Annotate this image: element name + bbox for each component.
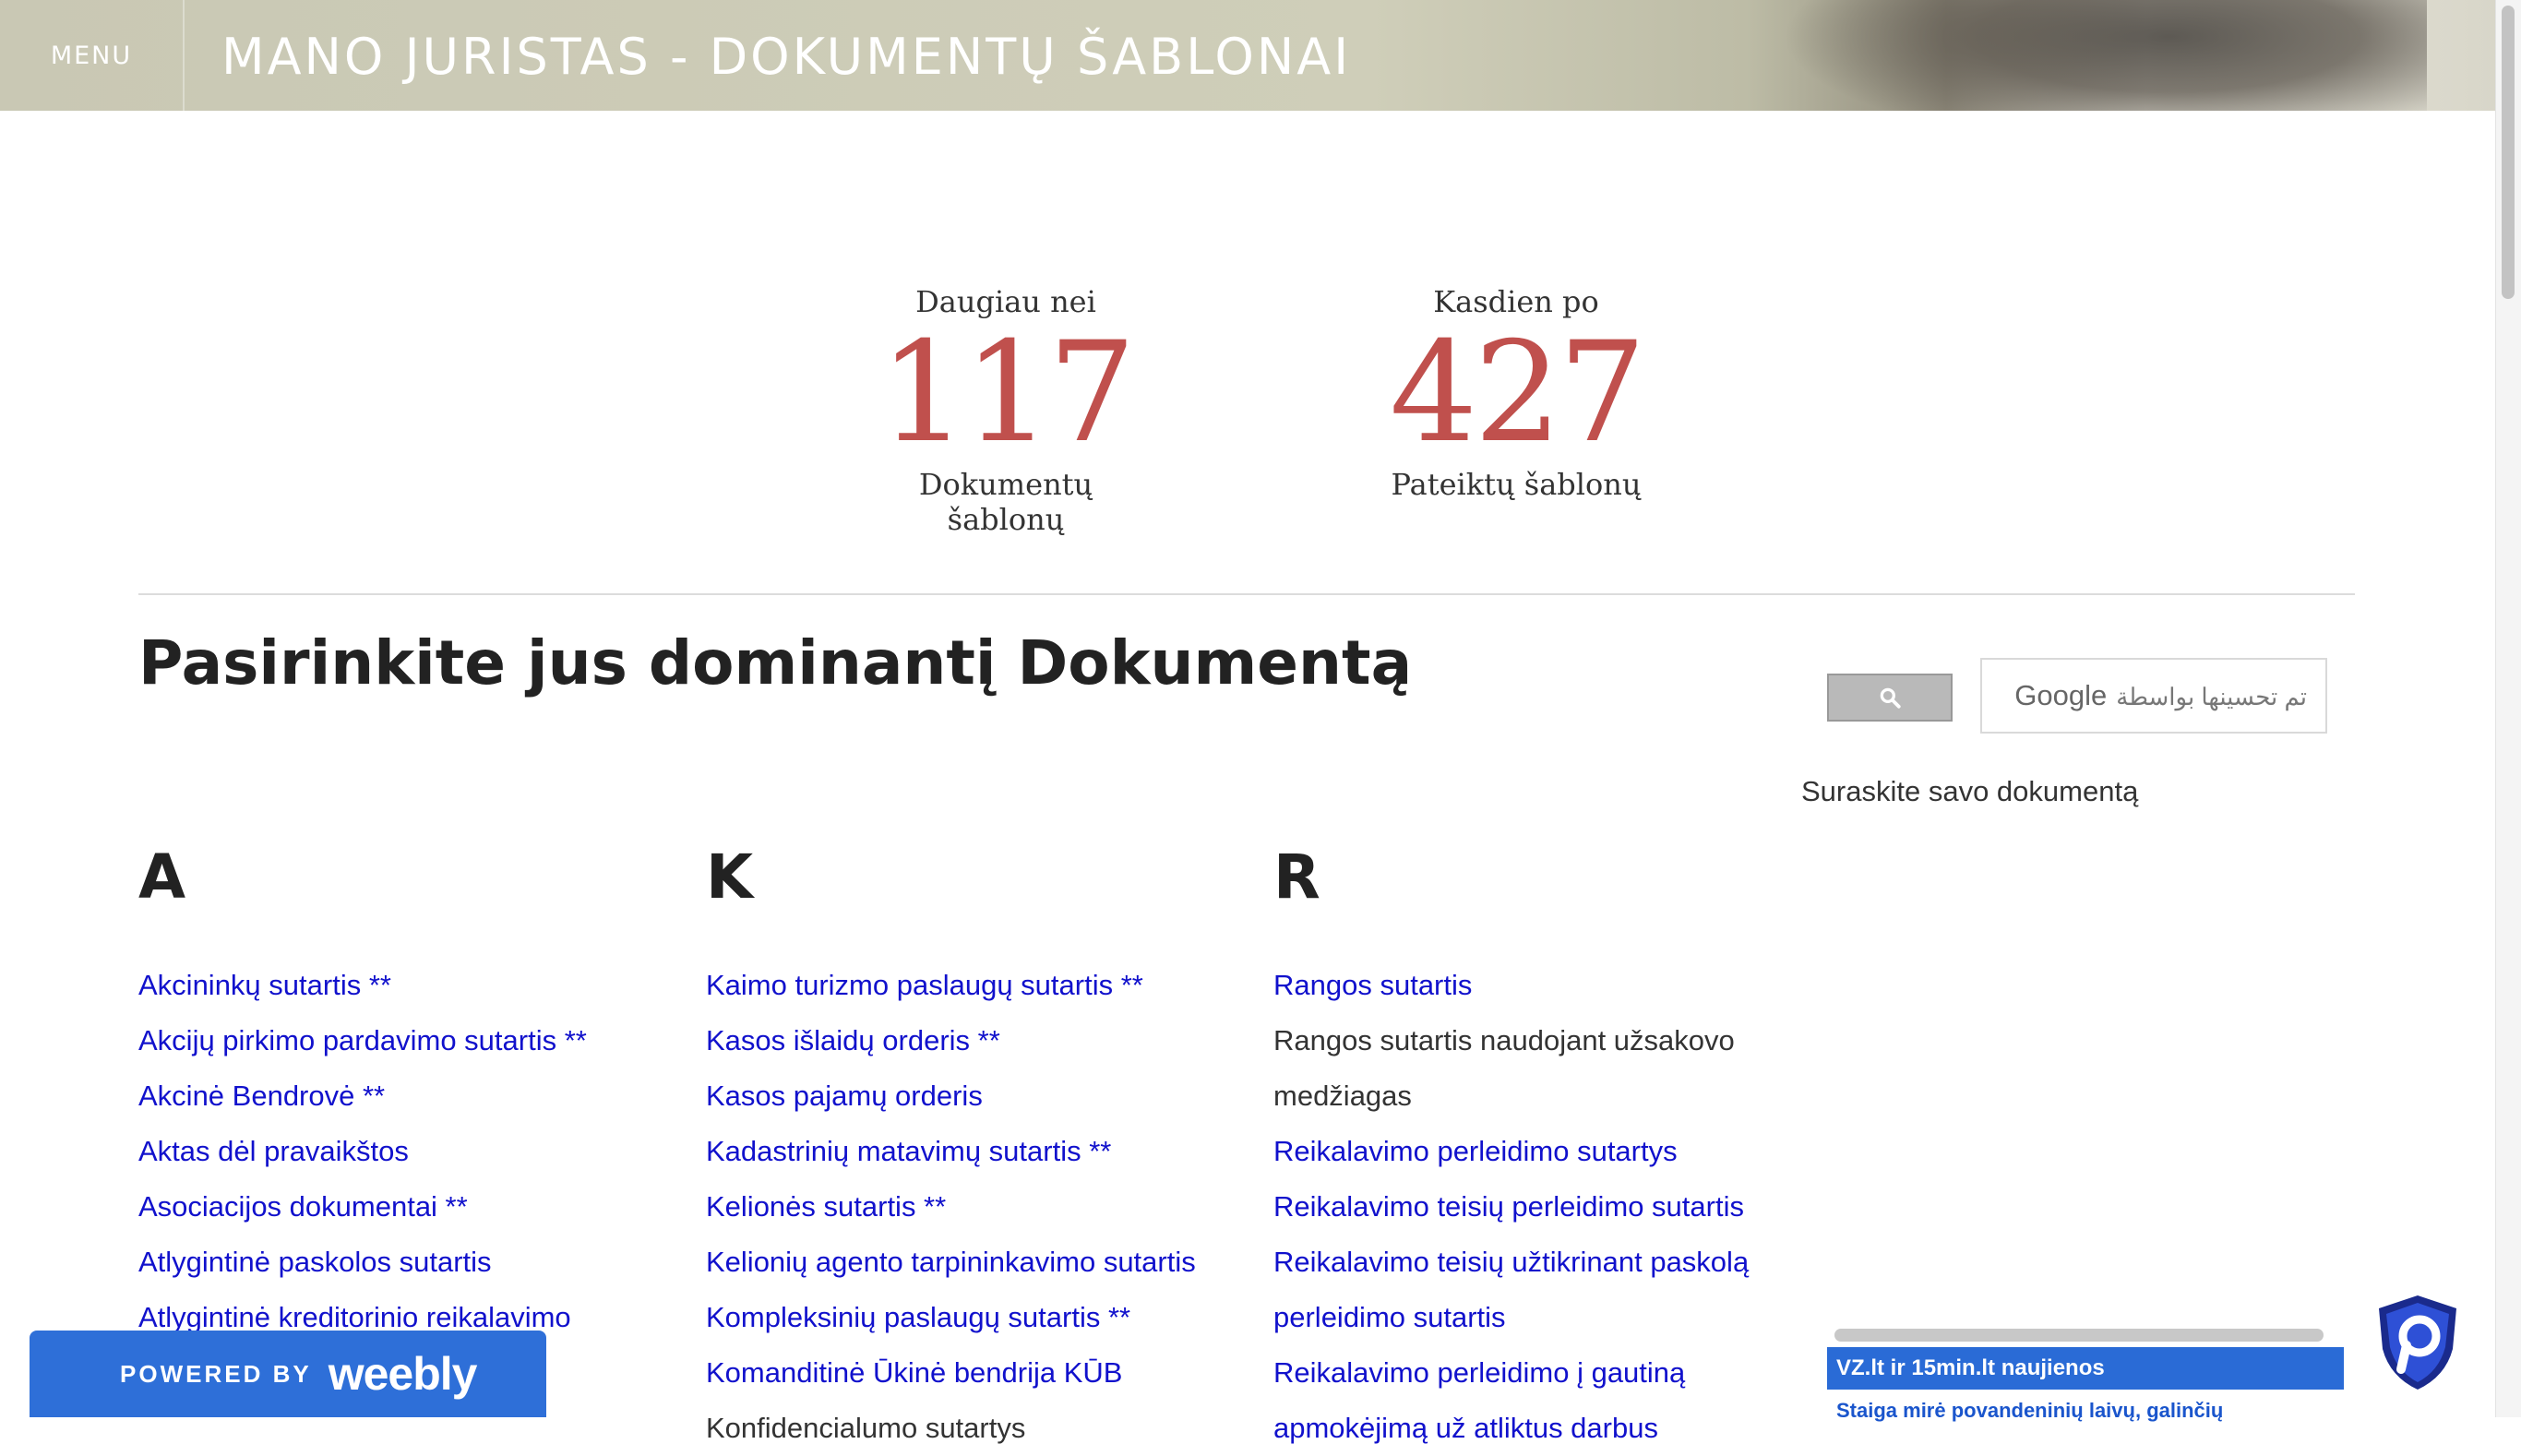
powered-by-weebly-badge[interactable]: POWERED BY weebly	[30, 1331, 546, 1417]
document-link[interactable]: Kelionių agento tarpininkavimo sutartis	[706, 1235, 1260, 1290]
document-text: medžiagas	[1273, 1080, 1412, 1112]
document-link[interactable]: Rangos sutartis	[1273, 958, 1827, 1013]
page-scrollbar-thumb[interactable]	[2502, 6, 2515, 299]
search-button[interactable]	[1827, 674, 1953, 722]
column-letter: K	[706, 841, 754, 913]
site-title[interactable]: MANO JURISTAS - DOKUMENTŲ ŠABLONAI	[221, 28, 1351, 86]
stat-number: 427	[1389, 313, 1646, 473]
document-link[interactable]: Asociacijos dokumentai **	[138, 1179, 692, 1235]
weebly-logo: weebly	[328, 1348, 478, 1400]
menu-button[interactable]: MENU	[0, 0, 185, 111]
stat-submitted: Kasdien po 427 Pateiktų šablonų	[1368, 284, 1664, 502]
column-letter: R	[1273, 841, 1320, 913]
shield-badge-icon[interactable]	[2372, 1292, 2464, 1393]
stat-templates: Daugiau nei 117 Dokumentų šablonų	[858, 284, 1153, 537]
document-link[interactable]: Kompleksinių paslaugų sutartis **	[706, 1290, 1260, 1345]
document-text: Rangos sutartis naudojant užsakovo	[1273, 1024, 1735, 1056]
document-link[interactable]: Reikalavimo perleidimo į gautiną	[1273, 1345, 1827, 1401]
document-link[interactable]: Kaimo turizmo paslaugų sutartis **	[706, 958, 1260, 1013]
stat-number: 117	[878, 313, 1136, 473]
document-link[interactable]: Komanditinė Ūkinė bendrija KŪB	[706, 1345, 1260, 1401]
search-input[interactable]: Google تم تحسينها بواسطة	[1980, 658, 2329, 734]
document-text: Konfidencialumo sutartys	[706, 1412, 1026, 1444]
stat-caption-bottom: Pateiktų šablonų	[1391, 467, 1642, 502]
document-link[interactable]: Reikalavimo teisių perleidimo sutartis	[1273, 1179, 1827, 1235]
document-link[interactable]: Kelionės sutartis **	[706, 1179, 1260, 1235]
divider	[138, 593, 2355, 595]
column-letter: A	[138, 841, 186, 913]
document-column-a: A Akcininkų sutartis ** Akcijų pirkimo p…	[138, 841, 692, 1345]
news-widget: VZ.lt ir 15min.lt naujienos Staiga mirė …	[1825, 1321, 2344, 1422]
document-link[interactable]: Atlygintinė paskolos sutartis	[138, 1235, 692, 1290]
search-caption: Suraskite savo dokumentą	[1801, 775, 2139, 807]
document-link[interactable]: Aktas dėl pravaikštos	[138, 1124, 692, 1179]
header-background-image	[1781, 0, 2427, 111]
document-link[interactable]: Reikalavimo teisių užtikrinant paskolą	[1273, 1235, 1827, 1290]
document-link[interactable]: Kadastrinių matavimų sutartis **	[706, 1124, 1260, 1179]
search-field[interactable]	[1982, 660, 2329, 734]
document-link[interactable]: Kasos pajamų orderis	[706, 1068, 1260, 1124]
powered-by-label: POWERED BY	[120, 1359, 312, 1388]
news-scrollbar[interactable]	[1834, 1329, 2324, 1342]
document-column-r: R Rangos sutartis Rangos sutartis naudoj…	[1273, 841, 1827, 1456]
document-link[interactable]: Reikalavimo perleidimo sutartys	[1273, 1124, 1827, 1179]
news-widget-title[interactable]: VZ.lt ir 15min.lt naujienos	[1827, 1347, 2344, 1390]
search-icon	[1880, 687, 1901, 709]
document-link[interactable]: Kasos išlaidų orderis **	[706, 1013, 1260, 1068]
page-heading: Pasirinkite jus dominantį Dokumentą	[138, 627, 1413, 698]
document-link[interactable]: apmokėjimą už atliktus darbus	[1273, 1401, 1827, 1456]
document-link[interactable]: Akcinė Bendrovė **	[138, 1068, 692, 1124]
site-header: MENU MANO JURISTAS - DOKUMENTŲ ŠABLONAI	[0, 0, 2495, 111]
document-link[interactable]: Akcininkų sutartis **	[138, 958, 692, 1013]
stat-caption-bottom: Dokumentų šablonų	[918, 467, 1093, 537]
document-link[interactable]: perleidimo sutartis	[1273, 1290, 1827, 1345]
news-item-link[interactable]: Staiga mirė povandeninių laivų, galinčių	[1836, 1399, 2335, 1423]
document-link[interactable]: Akcijų pirkimo pardavimo sutartis **	[138, 1013, 692, 1068]
document-column-k: K Kaimo turizmo paslaugų sutartis ** Kas…	[706, 841, 1260, 1456]
